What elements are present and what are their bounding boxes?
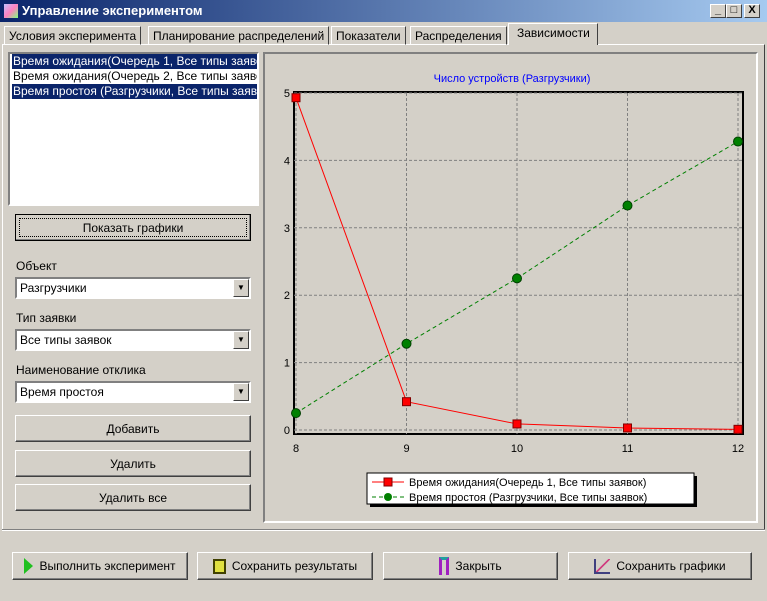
x-tick-label: 8 — [293, 443, 299, 455]
x-tick-label: 11 — [622, 443, 633, 455]
y-tick-label: 1 — [284, 358, 290, 370]
run-experiment-button[interactable]: Выполнить эксперимент — [12, 552, 188, 580]
data-point — [291, 408, 301, 419]
close-button[interactable]: Закрыть — [383, 552, 558, 580]
data-point — [622, 200, 633, 211]
y-tick-label: 4 — [284, 155, 290, 167]
x-tick-label: 12 — [732, 443, 744, 455]
legend-label: Время ожидания(Очередь 1, Все типы заяво… — [409, 477, 646, 489]
tab-dependencies[interactable]: Зависимости — [508, 23, 598, 45]
plot-area — [293, 91, 744, 435]
x-tick-label: 9 — [403, 443, 409, 455]
dependency-chart: Число устройств (Разгрузчики) 0123458 9 10… — [284, 73, 744, 507]
divider — [2, 529, 765, 531]
data-point — [512, 419, 522, 429]
data-point — [402, 397, 411, 407]
data-point — [733, 136, 743, 147]
y-tick-label: 2 — [284, 290, 290, 302]
run-label: Выполнить эксперимент — [39, 559, 176, 573]
play-icon — [24, 558, 34, 574]
close-label: Закрыть — [455, 559, 502, 573]
chart-title: Число устройств (Разгрузчики) — [434, 73, 591, 85]
data-point — [623, 423, 632, 433]
save-results-label: Сохранить результаты — [231, 559, 358, 573]
y-tick-label: 3 — [284, 223, 290, 235]
legend-marker — [384, 493, 392, 501]
legend-marker — [383, 477, 393, 487]
floppy-icon — [212, 558, 226, 574]
legend-label: Время простоя (Разгрузчики, Все типы зая… — [409, 492, 647, 504]
save-charts-label: Сохранить графики — [616, 559, 726, 573]
y-tick-label: 5 — [284, 88, 290, 100]
save-results-button[interactable]: Сохранить результаты — [197, 552, 373, 580]
data-point — [512, 273, 522, 284]
data-point — [401, 338, 412, 349]
exit-icon — [439, 557, 450, 575]
data-point — [733, 424, 743, 434]
data-point — [291, 93, 301, 103]
x-tick-label: 10 — [511, 443, 523, 455]
save-charts-button[interactable]: Сохранить графики — [568, 552, 752, 580]
y-tick-label: 0 — [284, 425, 290, 437]
chart-icon — [594, 558, 611, 574]
